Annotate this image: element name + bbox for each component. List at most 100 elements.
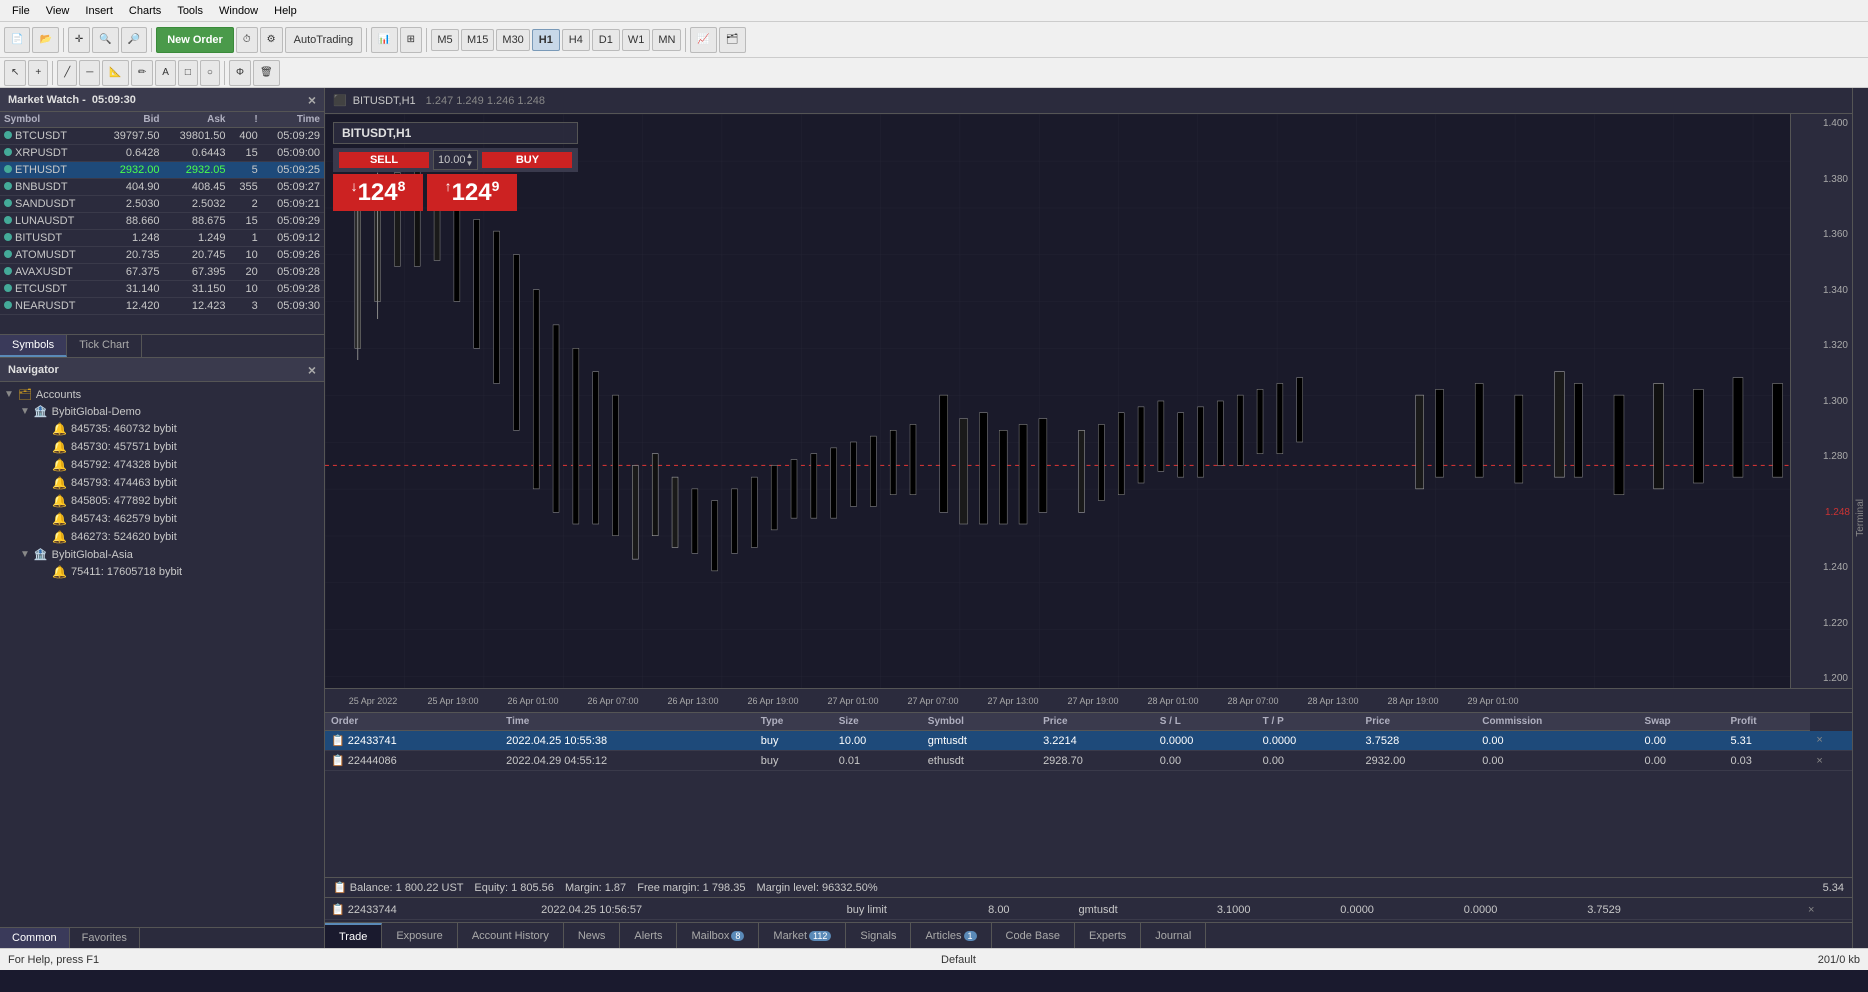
tab-account-history[interactable]: Account History (458, 923, 564, 948)
crosshair-btn[interactable]: ✛ (68, 27, 90, 53)
menu-window[interactable]: Window (211, 5, 266, 17)
delete-btn[interactable]: 🗑 (253, 60, 280, 86)
tab-mailbox[interactable]: Mailbox8 (677, 923, 759, 948)
nav-asia-item-0[interactable]: 🔔75411: 17605718 bybit (52, 563, 320, 581)
market-watch-scroll[interactable]: Symbol Bid Ask ! Time BTCUSDT 39797.50 3… (0, 112, 324, 334)
nav-demo-item-3[interactable]: 🔔845793: 474463 bybit (52, 474, 320, 492)
tab-experts[interactable]: Experts (1075, 923, 1141, 948)
mw-row[interactable]: BNBUSDT 404.90 408.45 355 05:09:27 (0, 179, 324, 196)
tf-m15[interactable]: M15 (461, 29, 494, 51)
new-chart-btn[interactable]: 📄 (4, 27, 30, 53)
tab-news[interactable]: News (564, 923, 621, 948)
nav-demo-item-5[interactable]: 🔔845743: 462579 bybit (52, 510, 320, 528)
mw-row[interactable]: BITUSDT 1.248 1.249 1 05:09:12 (0, 230, 324, 247)
tab-symbols[interactable]: Symbols (0, 335, 67, 357)
menu-file[interactable]: File (4, 5, 38, 17)
cross-btn[interactable]: + (28, 60, 48, 86)
indicator-btn[interactable]: 📈 (690, 27, 716, 53)
mw-row[interactable]: NEARUSDT 12.420 12.423 3 05:09:30 (0, 298, 324, 315)
chart-type-btn[interactable]: 📊 (371, 27, 397, 53)
tf-m30[interactable]: M30 (496, 29, 529, 51)
tf-h1[interactable]: H1 (532, 29, 560, 51)
order-close-2[interactable]: × (1810, 751, 1852, 771)
close-icon-1[interactable]: × (1816, 734, 1822, 746)
nav-bybit-demo[interactable]: ▼ 🏦 BybitGlobal-Demo (20, 403, 320, 420)
tab-exposure[interactable]: Exposure (382, 923, 457, 948)
pending-close-1[interactable]: × (1802, 900, 1852, 920)
mw-row[interactable]: AVAXUSDT 67.375 67.395 20 05:09:28 (0, 264, 324, 281)
chart-time-axis: 25 Apr 2022 25 Apr 19:00 26 Apr 01:00 26… (325, 688, 1852, 712)
fib-btn[interactable]: Φ (229, 60, 251, 86)
order-close-1[interactable]: × (1810, 731, 1852, 751)
market-watch-close[interactable]: × (308, 92, 316, 108)
tf-h4[interactable]: H4 (562, 29, 590, 51)
pending-row-1[interactable]: 📋 22433744 2022.04.25 10:56:57 buy limit… (325, 900, 1852, 920)
order-row-1[interactable]: 📋 22433741 2022.04.25 10:55:38 buy 10.00… (325, 731, 1852, 751)
nav-demo-item-2[interactable]: 🔔845792: 474328 bybit (52, 456, 320, 474)
tf-m5[interactable]: M5 (431, 29, 459, 51)
settings-btn[interactable]: ⚙ (260, 27, 283, 53)
nav-tab-favorites[interactable]: Favorites (70, 928, 140, 948)
history-btn[interactable]: ⏱ (236, 27, 258, 53)
tf-w1[interactable]: W1 (622, 29, 651, 51)
hline-btn[interactable]: ─ (79, 60, 100, 86)
trend-btn[interactable]: 📐 (102, 60, 128, 86)
mw-row[interactable]: ATOMUSDT 20.735 20.745 10 05:09:26 (0, 247, 324, 264)
mw-row[interactable]: BTCUSDT 39797.50 39801.50 400 05:09:29 (0, 128, 324, 145)
mw-row[interactable]: LUNAUSDT 88.660 88.675 15 05:09:29 (0, 213, 324, 230)
nav-demo-item-6[interactable]: 🔔846273: 524620 bybit (52, 528, 320, 546)
template-btn[interactable]: 🗂 (719, 27, 746, 53)
navigator-close[interactable]: × (308, 362, 316, 378)
tab-trade[interactable]: Trade (325, 923, 382, 948)
line-btn[interactable]: ╱ (57, 60, 77, 86)
tab-codebase[interactable]: Code Base (992, 923, 1075, 948)
text-btn[interactable]: A (155, 60, 176, 86)
tab-journal[interactable]: Journal (1141, 923, 1206, 948)
ellipse-btn[interactable]: ○ (200, 60, 220, 86)
tf-mn[interactable]: MN (652, 29, 681, 51)
lot-arrows-sell[interactable]: ▲ ▼ (466, 152, 474, 168)
nav-bybit-asia[interactable]: ▼ 🏦 BybitGlobal-Asia (20, 546, 320, 563)
close-icon-2[interactable]: × (1816, 755, 1822, 767)
autotrading-button[interactable]: AutoTrading (285, 27, 363, 53)
tab-tick-chart[interactable]: Tick Chart (67, 335, 142, 357)
tab-signals[interactable]: Signals (846, 923, 911, 948)
order-row-2[interactable]: 📋 22444086 2022.04.29 04:55:12 buy 0.01 … (325, 751, 1852, 771)
pen-btn[interactable]: ✏ (131, 60, 153, 86)
cursor-btn[interactable]: ↖ (4, 60, 26, 86)
grid-btn[interactable]: ⊞ (400, 27, 422, 53)
menu-help[interactable]: Help (266, 5, 305, 17)
tab-market[interactable]: Market112 (759, 923, 846, 948)
time-0: 25 Apr 2022 (333, 696, 413, 706)
nav-demo-item-0[interactable]: 🔔845735: 460732 bybit (52, 420, 320, 438)
new-order-button[interactable]: New Order (156, 27, 234, 53)
menu-charts[interactable]: Charts (121, 5, 169, 17)
tf-d1[interactable]: D1 (592, 29, 620, 51)
buy-price-btn[interactable]: ↑1249 (427, 174, 517, 211)
pending-close-icon-1[interactable]: × (1808, 904, 1814, 916)
orders-table-wrap[interactable]: Order Time Type Size Symbol Price S / L … (325, 713, 1852, 877)
mw-row[interactable]: ETCUSDT 31.140 31.150 10 05:09:28 (0, 281, 324, 298)
tab-articles[interactable]: Articles1 (911, 923, 991, 948)
tab-alerts[interactable]: Alerts (620, 923, 677, 948)
lot-dn-sell[interactable]: ▼ (466, 160, 474, 168)
nav-accounts-root[interactable]: ▼ 🗂 Accounts (4, 386, 320, 403)
mw-spread-4: 2 (229, 196, 261, 213)
mw-row[interactable]: ETHUSDT 2932.00 2932.05 5 05:09:25 (0, 162, 324, 179)
zoom-out-btn[interactable]: 🔎 (121, 27, 147, 53)
sell-type-btn[interactable]: SELL (339, 152, 429, 168)
nav-demo-item-1[interactable]: 🔔845730: 457571 bybit (52, 438, 320, 456)
nav-tab-common[interactable]: Common (0, 928, 70, 948)
nav-demo-item-4[interactable]: 🔔845805: 477892 bybit (52, 492, 320, 510)
menu-tools[interactable]: Tools (169, 5, 211, 17)
sell-price-btn[interactable]: ↓1248 (333, 174, 423, 211)
menu-insert[interactable]: Insert (77, 5, 121, 17)
rect-btn[interactable]: □ (178, 60, 198, 86)
open-btn[interactable]: 📂 (32, 27, 58, 53)
mw-row[interactable]: SANDUSDT 2.5030 2.5032 2 05:09:21 (0, 196, 324, 213)
chart-area[interactable]: ⬛ BITUSDT,H1 1.247 1.249 1.246 1.248 BIT… (325, 88, 1852, 712)
mw-row[interactable]: XRPUSDT 0.6428 0.6443 15 05:09:00 (0, 145, 324, 162)
zoom-in-btn[interactable]: 🔍 (92, 27, 118, 53)
buy-type-btn[interactable]: BUY (482, 152, 572, 168)
menu-view[interactable]: View (38, 5, 78, 17)
